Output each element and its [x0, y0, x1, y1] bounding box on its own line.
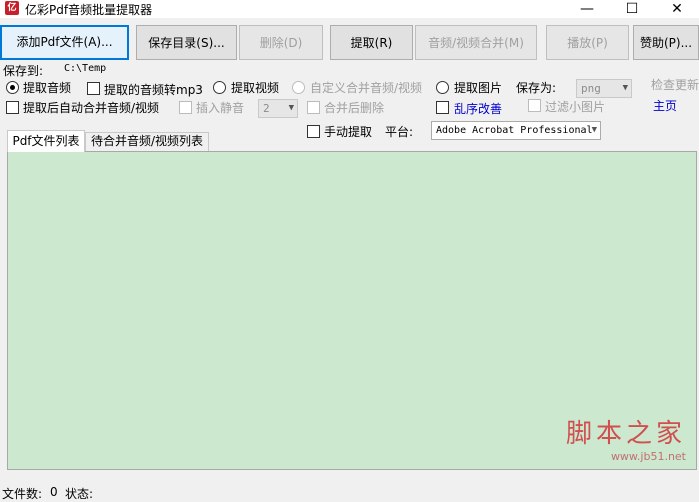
extract-audio-label: 提取音频 [23, 81, 72, 95]
play-button[interactable]: 播放(P) [546, 25, 629, 60]
title-bar: 亿 亿彩Pdf音频批量提取器 — ☐ ✕ [0, 0, 699, 18]
file-list[interactable]: 脚本之家 www.jb51.net [7, 151, 697, 470]
insert-silence-label: 插入静音 [196, 101, 245, 115]
watermark-url: www.jb51.net [610, 450, 686, 463]
homepage-link[interactable]: 主页 [653, 97, 677, 114]
window-title: 亿彩Pdf音频批量提取器 [25, 3, 153, 17]
save-to-path: C:\Temp [64, 63, 107, 74]
auto-merge-label: 提取后自动合并音频/视频 [23, 101, 160, 115]
delete-button[interactable]: 删除(D) [239, 25, 323, 60]
insert-silence-checkbox[interactable] [179, 101, 192, 114]
manual-extract-label: 手动提取 [324, 125, 373, 139]
filter-small-label: 过滤小图片 [545, 100, 606, 114]
watermark: 脚本之家 www.jb51.net [566, 413, 686, 463]
minimize-icon[interactable]: — [565, 0, 609, 18]
merge-button[interactable]: 音频/视频合并(M) [415, 25, 537, 60]
chevron-down-icon: ▼ [622, 83, 628, 93]
extract-button[interactable]: 提取(R) [330, 25, 413, 60]
shuffle-checkbox[interactable] [436, 101, 449, 114]
save-as-label: 保存为: [516, 81, 557, 95]
audio-to-mp3-checkbox[interactable] [87, 82, 100, 95]
custom-merge-label: 自定义合并音频/视频 [310, 81, 423, 95]
platform-label: 平台: [385, 125, 414, 139]
shuffle-label[interactable]: 乱序改善 [454, 100, 502, 117]
audio-to-mp3-label: 提取的音频转mp3 [104, 83, 203, 97]
custom-merge-radio[interactable] [292, 81, 305, 94]
tab-merge-list[interactable]: 待合并音频/视频列表 [85, 132, 209, 151]
extract-audio-radio[interactable] [6, 81, 19, 94]
app-icon: 亿 [5, 1, 19, 15]
save-dir-button[interactable]: 保存目录(S)... [136, 25, 237, 60]
platform-value: Adobe Acrobat Professional [436, 125, 593, 136]
watermark-title: 脚本之家 [565, 419, 686, 449]
save-as-value: png [581, 82, 601, 95]
file-count-label: 文件数: [2, 487, 43, 501]
tab-pdf-list[interactable]: Pdf文件列表 [7, 130, 85, 152]
file-count-value: 0 [50, 485, 58, 499]
extract-image-radio[interactable] [436, 81, 449, 94]
filter-small-checkbox[interactable] [528, 99, 541, 112]
check-update-link[interactable]: 检查更新 [651, 76, 699, 93]
save-to-label: 保存到: [3, 64, 44, 78]
silence-value: 2 [263, 102, 270, 115]
add-pdf-button[interactable]: 添加Pdf文件(A)... [0, 25, 129, 60]
delete-after-merge-checkbox[interactable] [307, 101, 320, 114]
platform-select[interactable]: Adobe Acrobat Professional ▼ [431, 121, 601, 140]
status-label: 状态: [65, 487, 94, 501]
extract-image-label: 提取图片 [454, 81, 503, 95]
close-icon[interactable]: ✕ [655, 0, 699, 18]
donate-button[interactable]: 赞助(P)... [633, 25, 699, 60]
extract-video-label: 提取视频 [231, 81, 280, 95]
silence-select[interactable]: 2 ▼ [258, 99, 298, 118]
auto-merge-checkbox[interactable] [6, 101, 19, 114]
manual-extract-checkbox[interactable] [307, 125, 320, 138]
chevron-down-icon: ▼ [591, 125, 597, 135]
maximize-icon[interactable]: ☐ [610, 0, 654, 18]
extract-video-radio[interactable] [213, 81, 226, 94]
delete-after-merge-label: 合并后删除 [324, 101, 385, 115]
status-bar: 文件数: 0 状态: [0, 484, 699, 501]
chevron-down-icon: ▼ [288, 103, 294, 113]
save-as-select[interactable]: png ▼ [576, 79, 632, 98]
